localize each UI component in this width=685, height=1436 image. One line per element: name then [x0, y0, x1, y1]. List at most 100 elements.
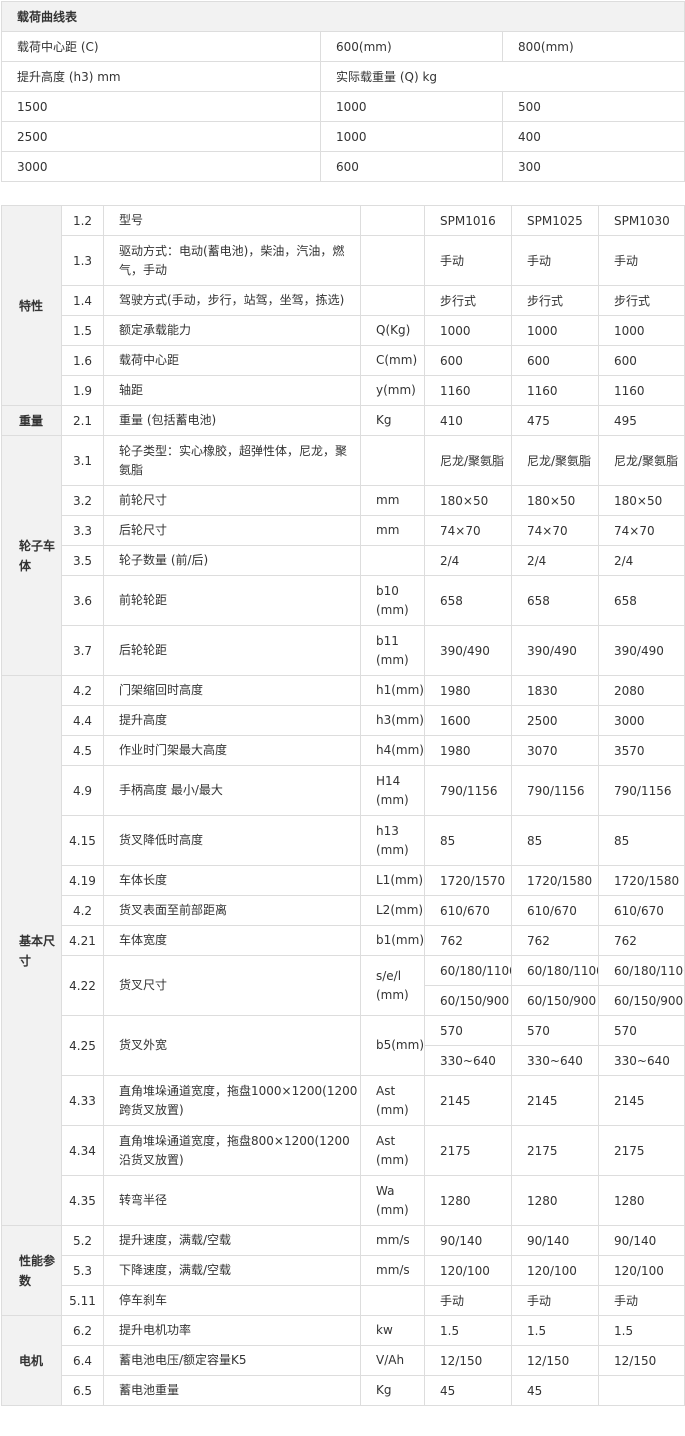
row-number: 4.34 [61, 1125, 104, 1176]
model-2-value: 180×50 [511, 485, 599, 516]
lift-height-label: 提升高度 (h3) mm [1, 61, 321, 92]
table-row: 3.5 轮子数量 (前/后) 2/4 2/4 2/4 [2, 545, 685, 576]
model-1-value: 手动 [424, 1285, 512, 1316]
load-value-800: 300 [501, 151, 685, 182]
model-2-value: 12/150 [511, 1345, 599, 1376]
feature-name: 后轮轮距 [103, 625, 361, 676]
model-3-value: 手动 [598, 1285, 685, 1316]
load-value-600: 600 [320, 151, 503, 182]
load-center-600: 600(mm) [320, 31, 503, 62]
unit: C(mm) [360, 345, 425, 376]
model-1-value: 600 [424, 345, 512, 376]
table-row: 1500 1000 500 [1, 91, 685, 122]
feature-name: 直角堆垛通道宽度，拖盘1000×1200(1200跨货叉放置) [103, 1075, 361, 1126]
table-row: 5.11 停车刹车 手动 手动 手动 [2, 1285, 685, 1316]
model-1-value: 1720/1570 [424, 865, 512, 896]
model-3-value-alt: 60/150/900 [598, 985, 685, 1016]
category-weight: 重量 [1, 405, 62, 436]
model-2-value: 1160 [511, 375, 599, 406]
model-3-value: 390/490 [598, 625, 685, 676]
unit: L2(mm) [360, 895, 425, 926]
model-3-value: 手动 [598, 235, 685, 286]
row-number: 5.11 [61, 1285, 104, 1316]
model-2-value: 尼龙/聚氨脂 [511, 435, 599, 486]
table-row: 4.33 直角堆垛通道宽度，拖盘1000×1200(1200跨货叉放置) Ast… [2, 1075, 685, 1126]
model-3-value: 495 [598, 405, 685, 436]
feature-name: 前轮尺寸 [103, 485, 361, 516]
unit: mm [360, 515, 425, 546]
feature-name: 提升速度，满载/空载 [103, 1225, 361, 1256]
model-1-value: 85 [424, 815, 512, 866]
model-3-value: 1720/1580 [598, 865, 685, 896]
row-number: 4.2 [61, 895, 104, 926]
model-1-value: 步行式 [424, 285, 512, 316]
model-3-value: 180×50 [598, 485, 685, 516]
feature-name: 转弯半径 [103, 1175, 361, 1226]
row-number: 3.1 [61, 435, 104, 486]
model-3-value: 610/670 [598, 895, 685, 926]
table-row: 4.21 车体宽度 b1(mm) 762 762 762 [2, 925, 685, 956]
feature-name: 手柄高度 最小/最大 [103, 765, 361, 816]
model-2-value: 790/1156 [511, 765, 599, 816]
table-row: 2500 1000 400 [1, 121, 685, 152]
row-number: 3.2 [61, 485, 104, 516]
feature-name: 轮子数量 (前/后) [103, 545, 361, 576]
model-2-value: 762 [511, 925, 599, 956]
feature-name: 停车刹车 [103, 1285, 361, 1316]
unit: H14 (mm) [360, 765, 425, 816]
row-number: 6.2 [61, 1315, 104, 1346]
model-1-value: 1000 [424, 315, 512, 346]
unit [360, 545, 425, 576]
row-number: 5.2 [61, 1225, 104, 1256]
table-row: 3000 600 300 [1, 151, 685, 182]
model-3-value: 90/140 [598, 1225, 685, 1256]
model-1-value: 1980 [424, 735, 512, 766]
model-2-value-alt: 330~640 [511, 1045, 599, 1076]
feature-name: 提升高度 [103, 705, 361, 736]
model-2-value: 570 [511, 1015, 599, 1046]
actual-load-label: 实际载重量 (Q) kg [319, 61, 685, 92]
unit [360, 1285, 425, 1316]
model-1-value: 45 [424, 1375, 512, 1406]
row-number: 4.19 [61, 865, 104, 896]
feature-name: 蓄电池重量 [103, 1375, 361, 1406]
model-1-value-alt: 330~640 [424, 1045, 512, 1076]
table-row: 1.3 驱动方式：电动(蓄电池)，柴油，汽油，燃气，手动 手动 手动 手动 [2, 235, 685, 286]
unit: L1(mm) [360, 865, 425, 896]
table-row: 特性 1.2 型号 SPM1016 SPM1025 SPM1030 [1, 205, 685, 406]
category-motor: 电机 [1, 1315, 62, 1406]
model-2-value: 45 [511, 1375, 599, 1406]
model-3-value: 85 [598, 815, 685, 866]
model-1-value: 180×50 [424, 485, 512, 516]
lift-height-value: 3000 [1, 151, 321, 182]
row-number: 4.15 [61, 815, 104, 866]
model-2-value: 手动 [511, 1285, 599, 1316]
feature-name: 重量 (包括蓄电池) [103, 405, 361, 436]
table-row: 4.2 货叉表面至前部距离 L2(mm) 610/670 610/670 610… [2, 895, 685, 926]
load-curve-table: 载荷曲线表 载荷中心距 (C) 600(mm) 800(mm) 提升高度 (h3… [0, 1, 685, 182]
table-row: 基本尺寸 4.2 门架缩回时高度 h1(mm) 1980 1830 2080 [1, 675, 685, 1226]
model-1-value: 1980 [424, 675, 512, 706]
row-number: 4.25 [61, 1015, 104, 1076]
table-row: 4.4 提升高度 h3(mm) 1600 2500 3000 [2, 705, 685, 736]
row-number: 4.33 [61, 1075, 104, 1126]
feature-name: 货叉表面至前部距离 [103, 895, 361, 926]
table-row: 重量 2.1 重量 (包括蓄电池) Kg 410 475 495 [1, 405, 685, 436]
model-1-value: 74×70 [424, 515, 512, 546]
row-number: 3.5 [61, 545, 104, 576]
load-value-600: 1000 [320, 91, 503, 122]
table-row: 4.34 直角堆垛通道宽度，拖盘800×1200(1200沿货叉放置) Ast … [2, 1125, 685, 1176]
model-3-value: 1000 [598, 315, 685, 346]
model-3-value: 1.5 [598, 1315, 685, 1346]
table-row: 1.9 轴距 y(mm) 1160 1160 1160 [2, 375, 685, 406]
table-row: 4.15 货叉降低时高度 h13 (mm) 85 85 85 [2, 815, 685, 866]
model-2-value: SPM1025 [511, 205, 599, 236]
unit: Ast (mm) [360, 1125, 425, 1176]
unit: mm/s [360, 1255, 425, 1286]
row-number: 6.4 [61, 1345, 104, 1376]
model-1-value: 90/140 [424, 1225, 512, 1256]
row-number: 1.4 [61, 285, 104, 316]
unit: b11 (mm) [360, 625, 425, 676]
row-number: 4.9 [61, 765, 104, 816]
model-1-value: 410 [424, 405, 512, 436]
